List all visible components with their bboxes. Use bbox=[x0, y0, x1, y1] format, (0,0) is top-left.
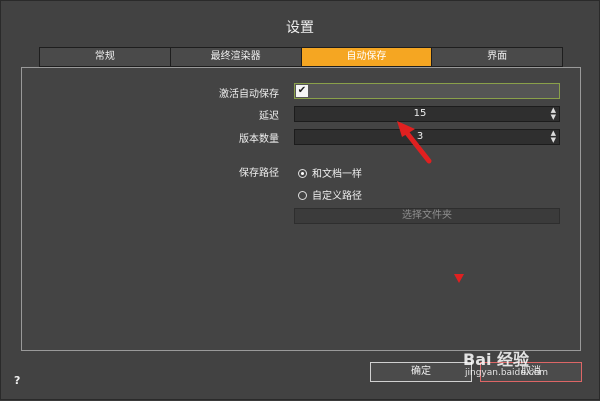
watermark-logo: Bai 经验 bbox=[463, 350, 530, 369]
help-button[interactable]: ? bbox=[14, 374, 20, 387]
annotation-arrow-icon bbox=[397, 121, 432, 164]
ok-button[interactable]: 确定 bbox=[370, 362, 472, 382]
watermark-url: jingyan.baidu.com bbox=[465, 368, 549, 378]
annotation-marker-icon bbox=[454, 274, 464, 283]
settings-dialog: 设置 常规 最终渲染器 自动保存 界面 激活自动保存 ✔ 延迟 15 ▲ ▼ 版本… bbox=[0, 0, 600, 400]
watermark: Bai 经验 jingyan.baidu.com bbox=[463, 346, 548, 378]
